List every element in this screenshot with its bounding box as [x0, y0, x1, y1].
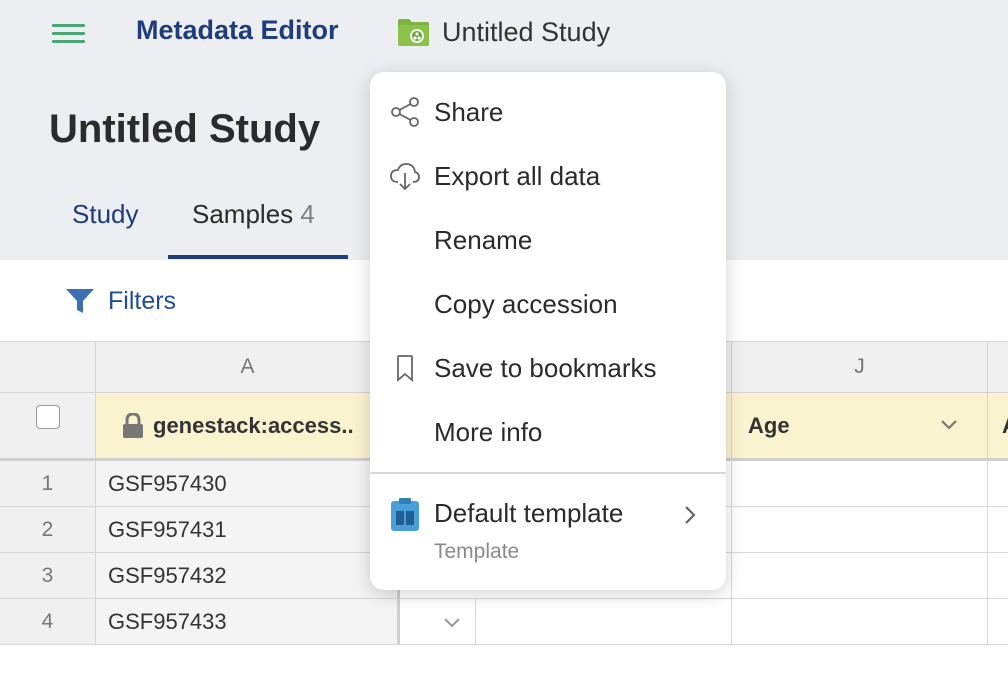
tab-study-label: Study: [72, 199, 139, 229]
cloud-download-icon: [390, 163, 420, 191]
row-number[interactable]: 1: [0, 461, 96, 507]
accession-cell[interactable]: GSF957431: [96, 507, 400, 553]
accession-cell[interactable]: GSF957430: [96, 461, 400, 507]
filters-label: Filters: [108, 286, 177, 315]
age-cell[interactable]: [732, 599, 988, 645]
template-sublabel: Template: [434, 540, 520, 563]
table-cell[interactable]: [476, 599, 732, 645]
field-header-next[interactable]: A: [988, 393, 1008, 461]
select-all-cell: [0, 393, 96, 461]
filters-button[interactable]: Filters: [65, 284, 176, 318]
menu-item-share[interactable]: Share: [370, 82, 726, 142]
tab-study[interactable]: Study: [72, 199, 139, 230]
study-context-menu: Share Export all data Rename Copy access…: [370, 72, 726, 590]
row-number[interactable]: 4: [0, 599, 96, 645]
menu-item-export-all-data[interactable]: Export all data: [370, 146, 726, 206]
age-cell[interactable]: [732, 553, 988, 599]
row-number[interactable]: 2: [0, 507, 96, 553]
page-title: Untitled Study: [49, 107, 321, 151]
field-header-age[interactable]: Age: [732, 393, 988, 461]
dropdown-cell[interactable]: [400, 599, 476, 645]
field-header-accession-label: genestack:access..: [153, 412, 354, 438]
tab-samples-label: Samples: [192, 199, 294, 229]
corner-cell: [0, 341, 96, 393]
menu-item-label: Share: [434, 96, 504, 127]
tab-samples[interactable]: Samples 4: [192, 199, 315, 230]
column-letter-a[interactable]: A: [96, 341, 400, 393]
filter-icon: [66, 289, 94, 313]
age-cell[interactable]: [732, 461, 988, 507]
app-title[interactable]: Metadata Editor: [136, 15, 339, 46]
menu-divider: [370, 472, 726, 474]
field-header-next-label: A: [1002, 413, 1008, 439]
table-cell[interactable]: [988, 461, 1008, 507]
template-label: Default template: [434, 498, 624, 528]
share-icon: [391, 97, 419, 127]
menu-item-label: Copy accession: [434, 288, 618, 319]
field-header-accession[interactable]: genestack:access..: [96, 393, 400, 461]
select-all-checkbox[interactable]: [36, 405, 60, 429]
menu-item-label: More info: [434, 416, 543, 447]
menu-item-label: Rename: [434, 224, 533, 255]
active-tab-indicator: [168, 255, 348, 259]
field-header-age-label: Age: [748, 412, 790, 438]
menu-item-rename[interactable]: Rename: [370, 210, 726, 270]
study-folder-icon: [398, 19, 429, 46]
row-number[interactable]: 3: [0, 553, 96, 599]
table-cell[interactable]: [988, 553, 1008, 599]
menu-item-default-template[interactable]: Default template Template: [370, 486, 726, 576]
table-cell[interactable]: [988, 507, 1008, 553]
menu-item-label: Save to bookmarks: [434, 352, 657, 383]
bookmark-icon: [397, 355, 413, 382]
table-cell[interactable]: [988, 599, 1008, 645]
accession-cell[interactable]: GSF957433: [96, 599, 400, 645]
column-letter-j[interactable]: J: [732, 341, 988, 393]
menu-item-save-to-bookmarks[interactable]: Save to bookmarks: [370, 338, 726, 398]
hamburger-icon[interactable]: [52, 24, 85, 44]
study-breadcrumb[interactable]: Untitled Study: [397, 14, 610, 50]
accession-cell[interactable]: GSF957432: [96, 553, 400, 599]
lock-icon: [123, 412, 143, 438]
template-icon: [391, 498, 419, 531]
menu-item-label: Export all data: [434, 160, 601, 191]
menu-item-more-info[interactable]: More info: [370, 402, 726, 462]
chevron-down-icon[interactable]: [443, 617, 461, 629]
column-letter-next[interactable]: [988, 341, 1008, 393]
chevron-down-icon[interactable]: [940, 419, 958, 431]
menu-item-copy-accession[interactable]: Copy accession: [370, 274, 726, 334]
tab-samples-count: 4: [300, 199, 315, 229]
chevron-right-icon: [685, 506, 696, 524]
study-name: Untitled Study: [442, 16, 611, 47]
age-cell[interactable]: [732, 507, 988, 553]
